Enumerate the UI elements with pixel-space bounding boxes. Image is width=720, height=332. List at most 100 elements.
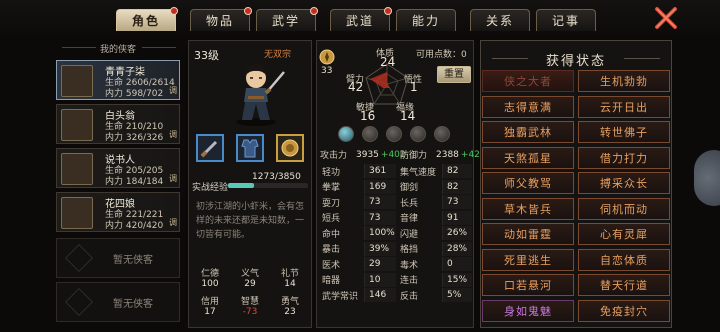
empty-hero-slot: 暂无侠客 (56, 282, 180, 322)
buff-item[interactable]: 自恋体质 (578, 248, 670, 271)
buff-label: 侠之大者 (504, 75, 552, 88)
virtue-value: 17 (204, 307, 216, 317)
buff-item[interactable]: 师父教骂 (482, 172, 574, 194)
gem-slot-icon[interactable] (362, 126, 378, 142)
buff-label: 动如雷霆 (504, 228, 552, 241)
buff-item[interactable]: 免疫封穴 (578, 299, 670, 322)
virtue-label: 信用 (200, 297, 219, 307)
hero-item[interactable]: 说书人 生命 205/205 内力 184/184 调 (56, 148, 180, 188)
stat-row: 格挡 28% (398, 241, 472, 256)
virtue-label: 礼节 (280, 269, 299, 279)
tab-6[interactable]: 记事 (536, 9, 596, 31)
tab-3[interactable]: 武道 (330, 7, 392, 31)
armor-icon (241, 139, 259, 158)
virtue-label: 勇气 (280, 297, 299, 307)
buff-item[interactable]: 动如雷霆 (482, 223, 574, 245)
stat-row: 御剑 82 (398, 179, 472, 194)
def-row: 防御力 2388 +429 (400, 148, 486, 162)
hero-item[interactable]: 青青子柒 生命 2606/2614 内力 598/702 调 (56, 60, 180, 100)
level: 33级 (194, 49, 219, 62)
equip-slot-accessory[interactable] (276, 134, 304, 162)
virtue-value: 14 (284, 279, 296, 289)
sidebar-divider (62, 47, 96, 48)
buff-label: 志得意满 (504, 100, 552, 114)
stat-label: 医术 (322, 260, 341, 271)
tab-label: 关系 (485, 14, 514, 28)
free-points: 可用点数：0 (416, 47, 467, 60)
stat-row: 集气速度 82 (398, 164, 472, 178)
tab-2[interactable]: 武学 (256, 7, 318, 31)
gem-slot-icon[interactable] (386, 126, 402, 142)
stat-label: 暴击 (322, 245, 341, 255)
exp-bar-fill (228, 183, 255, 188)
virtue-label: 仁德 (200, 269, 219, 279)
side-scroll-handle[interactable] (694, 150, 720, 206)
stat-row: 音律 91 (398, 210, 472, 225)
stat-label: 格挡 (400, 245, 419, 255)
buff-item[interactable]: 身如鬼魅 (482, 299, 574, 322)
reset-button[interactable]: 重置 (437, 66, 471, 83)
exp-text: 1273/3850 (252, 172, 301, 182)
gem-slot-icon[interactable] (410, 126, 426, 142)
gem-slot-icon[interactable] (338, 126, 354, 142)
notification-dot-icon (244, 7, 252, 15)
buff-item[interactable]: 志得意满 (482, 95, 574, 118)
buff-item[interactable]: 死里逃生 (482, 248, 574, 271)
buff-item[interactable]: 独霸武林 (482, 121, 574, 143)
buff-item[interactable]: 心有灵犀 (578, 223, 670, 245)
stat-value: 28% (442, 241, 472, 256)
buff-label: 替天行道 (600, 279, 648, 292)
stat-value: 10 (364, 272, 396, 287)
buff-item[interactable]: 伺机而动 (578, 197, 670, 220)
buff-item[interactable]: 生机勃勃 (578, 70, 670, 92)
stat-row: 医术 29 (320, 257, 396, 271)
stat-row: 暗器 10 (320, 272, 396, 287)
stat-value: 82 (442, 179, 472, 194)
rank-emblem-icon (319, 49, 335, 65)
tab-5[interactable]: 关系 (470, 9, 530, 31)
sidebar-divider (142, 47, 176, 48)
gem-slot-icon[interactable] (434, 126, 450, 142)
notification-dot-icon (384, 7, 392, 15)
stat-label: 反击 (400, 291, 419, 302)
hero-mp: 内力 326/326 (105, 133, 164, 143)
stat-row: 武学常识 146 (320, 288, 396, 302)
stat-value: 73 (364, 195, 396, 209)
close-icon[interactable] (652, 4, 680, 32)
stat-row: 毒术 0 (398, 257, 472, 271)
buff-item[interactable]: 借力打力 (578, 146, 670, 169)
empty-hero-slot: 暂无侠客 (56, 238, 180, 278)
buff-item[interactable]: 搏采众长 (578, 172, 670, 194)
hero-adjust-tag[interactable]: 调 (169, 129, 177, 140)
buff-item[interactable]: 草木皆兵 (482, 197, 574, 220)
hero-adjust-tag[interactable]: 调 (169, 85, 177, 96)
buff-label: 伺机而动 (600, 202, 648, 216)
hero-item[interactable]: 白头翁 生命 210/210 内力 326/326 调 (56, 104, 180, 144)
status-title: 获得状态 (545, 54, 606, 69)
buff-item[interactable]: 天煞孤星 (482, 146, 574, 169)
buff-item[interactable]: 转世佛子 (578, 121, 670, 143)
stat-label: 长兵 (400, 198, 419, 209)
stat-row: 连击 15% (398, 272, 472, 287)
buff-label: 转世佛子 (600, 126, 648, 139)
empty-slot-label: 暂无侠客 (113, 298, 153, 310)
tab-0[interactable]: 角色 (116, 7, 178, 31)
tab-4[interactable]: 能力 (396, 9, 456, 31)
equip-slot-weapon[interactable] (196, 134, 224, 162)
hero-adjust-tag[interactable]: 调 (169, 173, 177, 184)
sword-icon (200, 140, 218, 158)
buff-item[interactable]: 口若悬河 (482, 274, 574, 296)
buff-label: 自恋体质 (600, 253, 648, 267)
buff-label: 生机勃勃 (600, 75, 648, 88)
hero-item[interactable]: 花四娘 生命 221/221 内力 420/420 调 (56, 192, 180, 232)
exp-bar (228, 183, 308, 188)
attr-wuxing-value: 1 (410, 80, 418, 94)
hero-adjust-tag[interactable]: 调 (169, 217, 177, 228)
stat-label: 武学常识 (322, 291, 359, 302)
tab-1[interactable]: 物品 (190, 7, 252, 31)
buff-item[interactable]: 替天行道 (578, 274, 670, 296)
buff-item[interactable]: 云开日出 (578, 95, 670, 118)
buff-item[interactable]: 侠之大者 (482, 70, 574, 92)
stat-value: 15% (442, 272, 472, 287)
equip-slot-armor[interactable] (236, 134, 264, 162)
